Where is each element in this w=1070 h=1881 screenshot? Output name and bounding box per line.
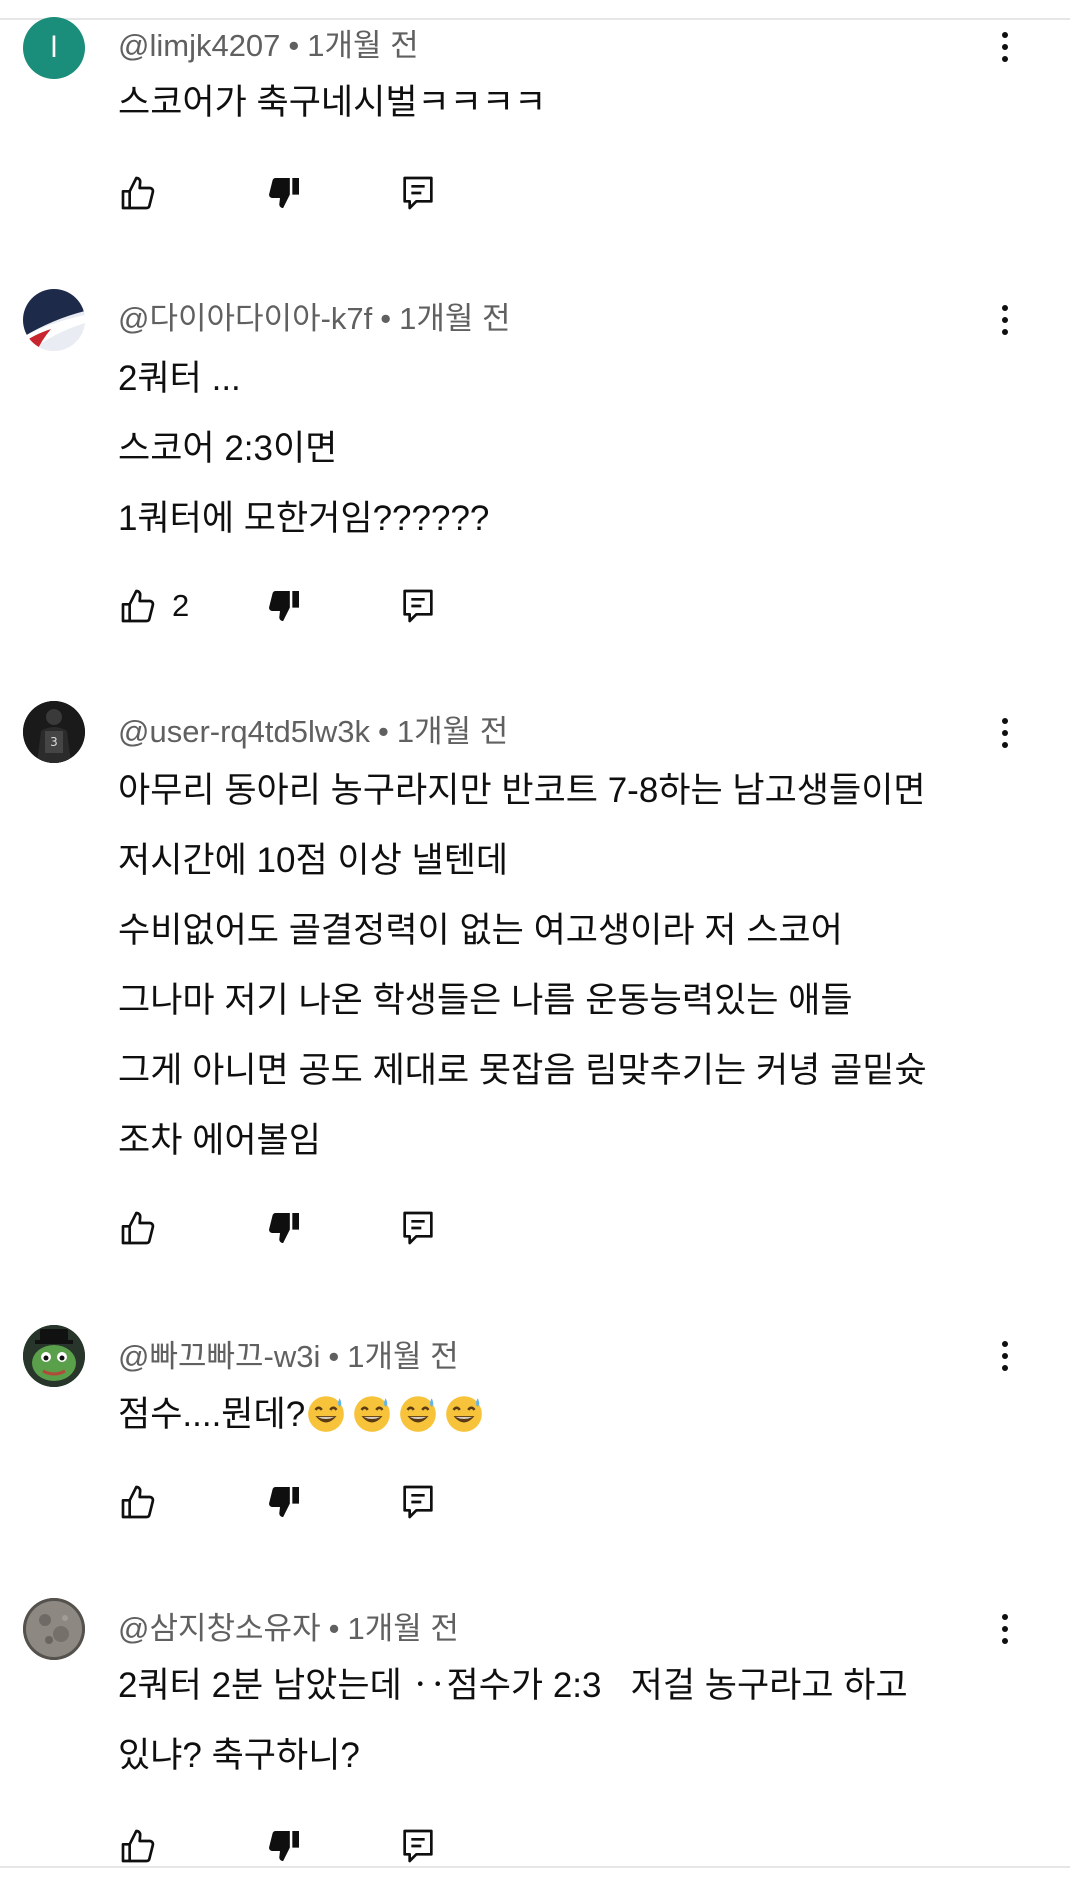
reply-comment-icon xyxy=(403,1829,433,1863)
reply-comment-icon xyxy=(403,1211,433,1245)
more-options-button[interactable] xyxy=(990,25,1020,69)
reply-comment-icon xyxy=(403,176,433,210)
comment-actions: 2 xyxy=(118,584,448,628)
more-options-button[interactable] xyxy=(990,1607,1020,1651)
comment-meta: @다이아다이아-k7f • 1개월 전 xyxy=(118,293,511,338)
sweat-smile-emoji xyxy=(305,1395,351,1434)
comment-line: 그나마 저기 나온 학생들은 나름 운동능력있는 애들 xyxy=(118,981,853,1020)
like-button[interactable] xyxy=(118,1206,158,1250)
thumbs-up-icon xyxy=(121,1829,155,1863)
comment-text: 2쿼터 2분 남았는데 ‥점수가 2:3 저걸 농구라고 하고 있냐? 축구하니… xyxy=(118,1651,998,1791)
reply-button[interactable] xyxy=(398,171,438,215)
dislike-button[interactable] xyxy=(264,1824,304,1868)
reply-button[interactable] xyxy=(398,1206,438,1250)
separator-dot: • xyxy=(328,1611,340,1646)
like-button[interactable] xyxy=(118,171,158,215)
reply-button[interactable] xyxy=(398,1824,438,1868)
reply-comment-icon xyxy=(403,1485,433,1519)
avatar-image xyxy=(23,289,85,351)
avatar-image xyxy=(23,1598,85,1660)
author-handle[interactable]: @다이아다이아-k7f xyxy=(118,301,372,336)
like-button[interactable] xyxy=(118,1824,158,1868)
comment-line: 2쿼터 ... xyxy=(118,359,241,398)
avatar-letter: l xyxy=(50,31,58,64)
bottom-divider xyxy=(0,1866,1070,1868)
separator-dot: • xyxy=(288,28,300,63)
thumbs-up-icon xyxy=(121,176,155,210)
comment-line: 수비없어도 골결정력이 없는 여고생이라 저 스코어 xyxy=(118,911,843,950)
comment-text: 아무리 동아리 농구라지만 반코트 7-8하는 남고생들이면 저시간에 10점 … xyxy=(118,756,998,1176)
comment-time: 1개월 전 xyxy=(307,28,419,63)
avatar[interactable]: 3 xyxy=(23,701,85,763)
thumbs-up-icon xyxy=(121,1211,155,1245)
comment-line: 1쿼터에 모한거임?????? xyxy=(118,499,490,538)
author-handle[interactable]: @빠끄빠끄-w3i xyxy=(118,1339,320,1374)
comment-line: 점수....뭔데? xyxy=(118,1380,998,1450)
comment-line-text: 점수....뭔데? xyxy=(118,1395,306,1434)
sweat-smile-emoji xyxy=(351,1395,397,1434)
thumbs-down-icon xyxy=(269,591,299,621)
separator-dot: • xyxy=(380,301,392,336)
comment-text: 점수....뭔데? xyxy=(118,1380,998,1450)
comment-time: 1개월 전 xyxy=(396,714,509,749)
svg-text:3: 3 xyxy=(50,735,58,749)
dislike-button[interactable] xyxy=(264,584,304,628)
comment-actions xyxy=(118,1480,448,1524)
comment-time: 1개월 전 xyxy=(399,301,511,336)
comment-meta: @user-rq4td5lw3k • 1개월 전 xyxy=(118,706,508,751)
comment-line: 그게 아니면 공도 제대로 못잡음 림맞추기는 커녕 골밑슛 xyxy=(118,1051,927,1090)
comment-actions xyxy=(118,1206,448,1250)
thumbs-down-icon xyxy=(269,178,299,208)
dislike-button[interactable] xyxy=(264,1206,304,1250)
more-options-button[interactable] xyxy=(990,1334,1020,1378)
comment-line: 있냐? 축구하니? xyxy=(118,1736,360,1775)
dislike-button[interactable] xyxy=(264,171,304,215)
comment-actions xyxy=(118,1824,448,1868)
thumbs-up-icon xyxy=(121,589,155,623)
separator-dot: • xyxy=(378,714,389,749)
comment-meta: @빠끄빠끄-w3i • 1개월 전 xyxy=(118,1331,459,1376)
reply-button[interactable] xyxy=(398,584,438,628)
separator-dot: • xyxy=(328,1339,340,1374)
avatar[interactable] xyxy=(23,1325,85,1387)
comment-text: 스코어가 축구네시벌ㅋㅋㅋㅋ xyxy=(118,68,998,138)
avatar-image: 3 xyxy=(23,701,85,763)
thumbs-down-icon xyxy=(269,1831,299,1861)
comment-meta: @삼지창소유자 • 1개월 전 xyxy=(118,1603,459,1648)
thumbs-up-icon xyxy=(121,1485,155,1519)
comment-line: 조차 에어볼임 xyxy=(118,1121,321,1160)
avatar[interactable]: l xyxy=(23,17,85,79)
avatar-image xyxy=(23,1325,85,1387)
more-options-button[interactable] xyxy=(990,711,1020,755)
comment-time: 1개월 전 xyxy=(347,1611,459,1646)
comment-line: 아무리 동아리 농구라지만 반코트 7-8하는 남고생들이면 xyxy=(118,771,926,810)
sweat-smile-emoji xyxy=(443,1395,489,1434)
comment-time: 1개월 전 xyxy=(347,1339,459,1374)
avatar[interactable] xyxy=(23,289,85,351)
comment-line: 저시간에 10점 이상 낼텐데 xyxy=(118,841,509,880)
comment-line: 2쿼터 2분 남았는데 ‥점수가 2:3 저걸 농구라고 하고 xyxy=(118,1666,908,1705)
avatar[interactable] xyxy=(23,1598,85,1660)
author-handle[interactable]: @limjk4207 xyxy=(118,28,280,63)
like-count: 2 xyxy=(172,588,190,623)
reply-button[interactable] xyxy=(398,1480,438,1524)
comment-text: 2쿼터 ... 스코어 2:3이면 1쿼터에 모한거임?????? xyxy=(118,344,998,554)
thumbs-down-icon xyxy=(269,1487,299,1517)
like-button[interactable] xyxy=(118,1480,158,1524)
sweat-smile-emoji xyxy=(397,1395,443,1434)
author-handle[interactable]: @삼지창소유자 xyxy=(118,1611,321,1646)
comment-actions xyxy=(118,171,448,215)
comment-line: 스코어가 축구네시벌ㅋㅋㅋㅋ xyxy=(118,83,547,122)
thumbs-down-icon xyxy=(269,1213,299,1243)
author-handle[interactable]: @user-rq4td5lw3k xyxy=(118,714,370,749)
dislike-button[interactable] xyxy=(264,1480,304,1524)
comment-line: 스코어 2:3이면 xyxy=(118,429,338,468)
more-options-button[interactable] xyxy=(990,298,1020,342)
comment-meta: @limjk4207 • 1개월 전 xyxy=(118,20,419,65)
reply-comment-icon xyxy=(403,589,433,623)
like-button[interactable]: 2 xyxy=(118,584,189,628)
